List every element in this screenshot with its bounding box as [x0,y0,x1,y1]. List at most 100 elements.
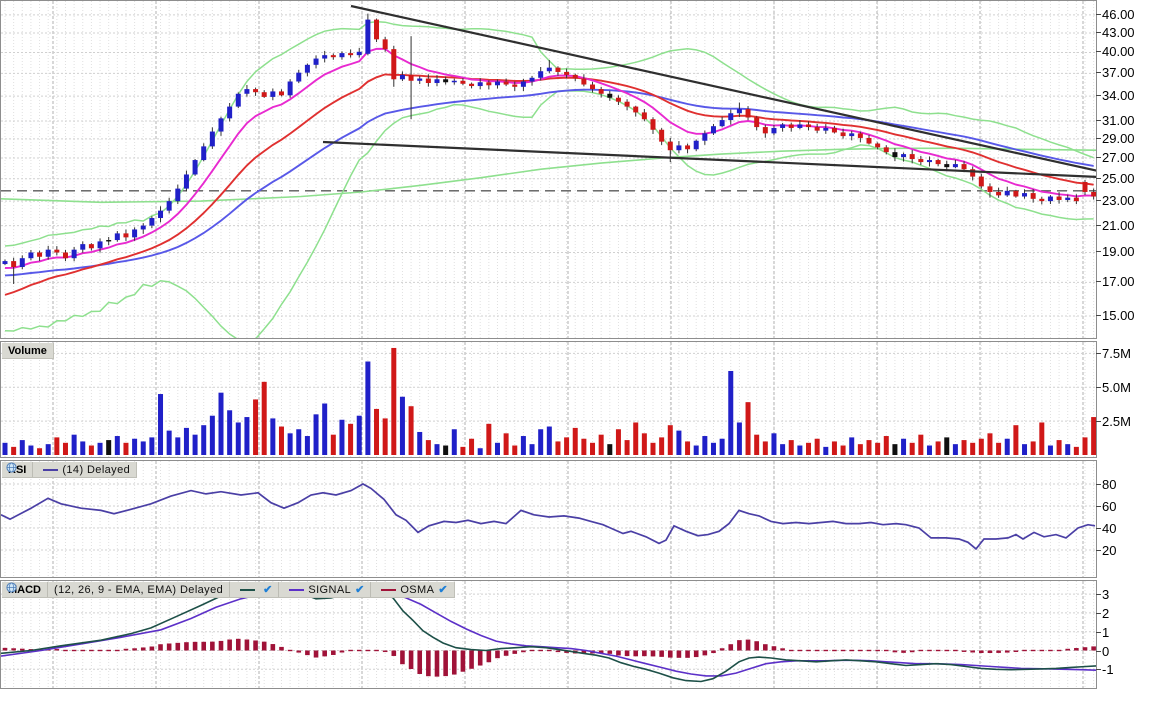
osma-histogram-bar [478,651,483,666]
candle-body [495,82,500,86]
candle-body [616,98,621,102]
macd-series-checkbox[interactable]: ✔ [263,583,272,596]
candle-body [676,145,681,150]
osma-histogram-bar [668,651,673,658]
osma-histogram-bar [798,650,803,651]
volume-bar [141,441,146,455]
macd-pane[interactable]: MACD (12, 26, 9 - EMA, EMA) Delayed ✔ SI… [0,580,1097,689]
macd-axis-label-tick [1096,669,1101,670]
signal-checkbox[interactable]: ✔ [355,583,364,596]
osma-histogram-bar [452,651,457,675]
macd-axis-label-tick [1096,613,1101,614]
candle-body [227,107,232,119]
volume-bar [1039,422,1044,455]
osma-histogram-bar [184,642,189,650]
candle-body [417,79,422,81]
volume-bar [875,443,880,455]
osma-histogram-bar [55,649,60,650]
price-axis-label-tick [1096,281,1101,282]
osma-histogram-bar [340,651,345,653]
osma-histogram-bar [72,650,77,651]
macd-legend: MACD (12, 26, 9 - EMA, EMA) Delayed ✔ SI… [2,582,455,598]
volume-pane[interactable]: Volume [0,341,1097,458]
volume-bar [512,446,517,455]
osma-histogram-bar [227,640,232,651]
osma-histogram-bar [201,642,206,651]
candle-body [296,73,301,82]
osma-histogram-bar [357,650,362,651]
volume-bar [944,437,949,455]
volume-bar [547,427,552,455]
osma-histogram-bar [979,651,984,654]
candle-body [668,142,673,151]
candle-body [80,244,85,250]
volume-bar [443,446,448,455]
candle-body [400,75,405,79]
stock-chart-app: Volume RSI (14) Delayed MACD (12, 26, 9 … [0,0,1150,717]
rsi-pane[interactable]: RSI (14) Delayed [0,460,1097,578]
candle-body [115,233,120,240]
candle-body [270,91,275,96]
candle-body [771,128,776,133]
volume-bar [391,348,396,455]
rsi-params-label: (14) Delayed [62,464,130,476]
osma-histogram-bar [884,650,889,651]
osma-histogram-bar [132,648,137,650]
volume-bar [115,436,120,455]
globe-icon[interactable] [6,582,17,593]
candle-body [728,113,733,120]
osma-histogram-bar [176,643,181,651]
candle-body [435,79,440,83]
osma-histogram-bar [158,644,163,650]
candle-body [331,55,336,57]
osma-histogram-bar [374,650,379,651]
volume-bar [711,443,716,455]
candle-body [443,79,448,82]
volume-bar [80,441,85,455]
volume-bar [910,443,915,455]
osma-histogram-bar [1031,650,1036,651]
rsi-axis-label: 40 [1102,522,1116,535]
candle-body [651,119,656,130]
candle-body [123,233,128,237]
volume-legend: Volume [2,343,54,359]
osma-histogram-bar [392,651,397,656]
price-pane[interactable] [0,0,1097,339]
volume-bar [1091,417,1096,455]
candle-body [555,68,560,72]
candle-body [944,164,949,167]
osma-histogram-bar [970,651,975,653]
volume-bar [581,439,586,455]
price-axis-label: 37.00 [1102,66,1135,79]
osma-histogram-bar [400,651,405,665]
volume-bar [478,448,483,455]
osma-histogram-bar [772,646,777,650]
candle-body [590,85,595,90]
osma-label: OSMA [400,584,434,596]
osma-histogram-bar [279,647,284,651]
candle-body [244,89,249,94]
volume-bar [132,439,137,455]
osma-histogram-bar [996,651,1001,653]
osma-histogram-bar [435,651,440,677]
rsi-axis-label: 60 [1102,500,1116,513]
osma-histogram-bar [538,650,543,651]
signal-line [1,590,1096,676]
candle-body [685,145,690,149]
osma-histogram-bar [962,651,967,652]
volume-bar [383,418,388,455]
osma-checkbox[interactable]: ✔ [438,583,447,596]
date-axis: Oct 2Oct 6Oct 8Oct 12Oct 14Oct 16Oct 20O… [0,689,1150,717]
osma-histogram-bar [236,639,241,651]
candle-body [625,102,630,107]
osma-histogram-bar [849,650,854,651]
volume-bar [797,446,802,455]
candle-body [1013,191,1018,197]
volume-bar [1048,446,1053,455]
candle-body [841,132,846,136]
globe-icon[interactable] [6,462,17,473]
volume-bar [262,382,267,455]
volume-bar [867,440,872,455]
volume-bar [685,441,690,455]
volume-bar [20,440,25,455]
